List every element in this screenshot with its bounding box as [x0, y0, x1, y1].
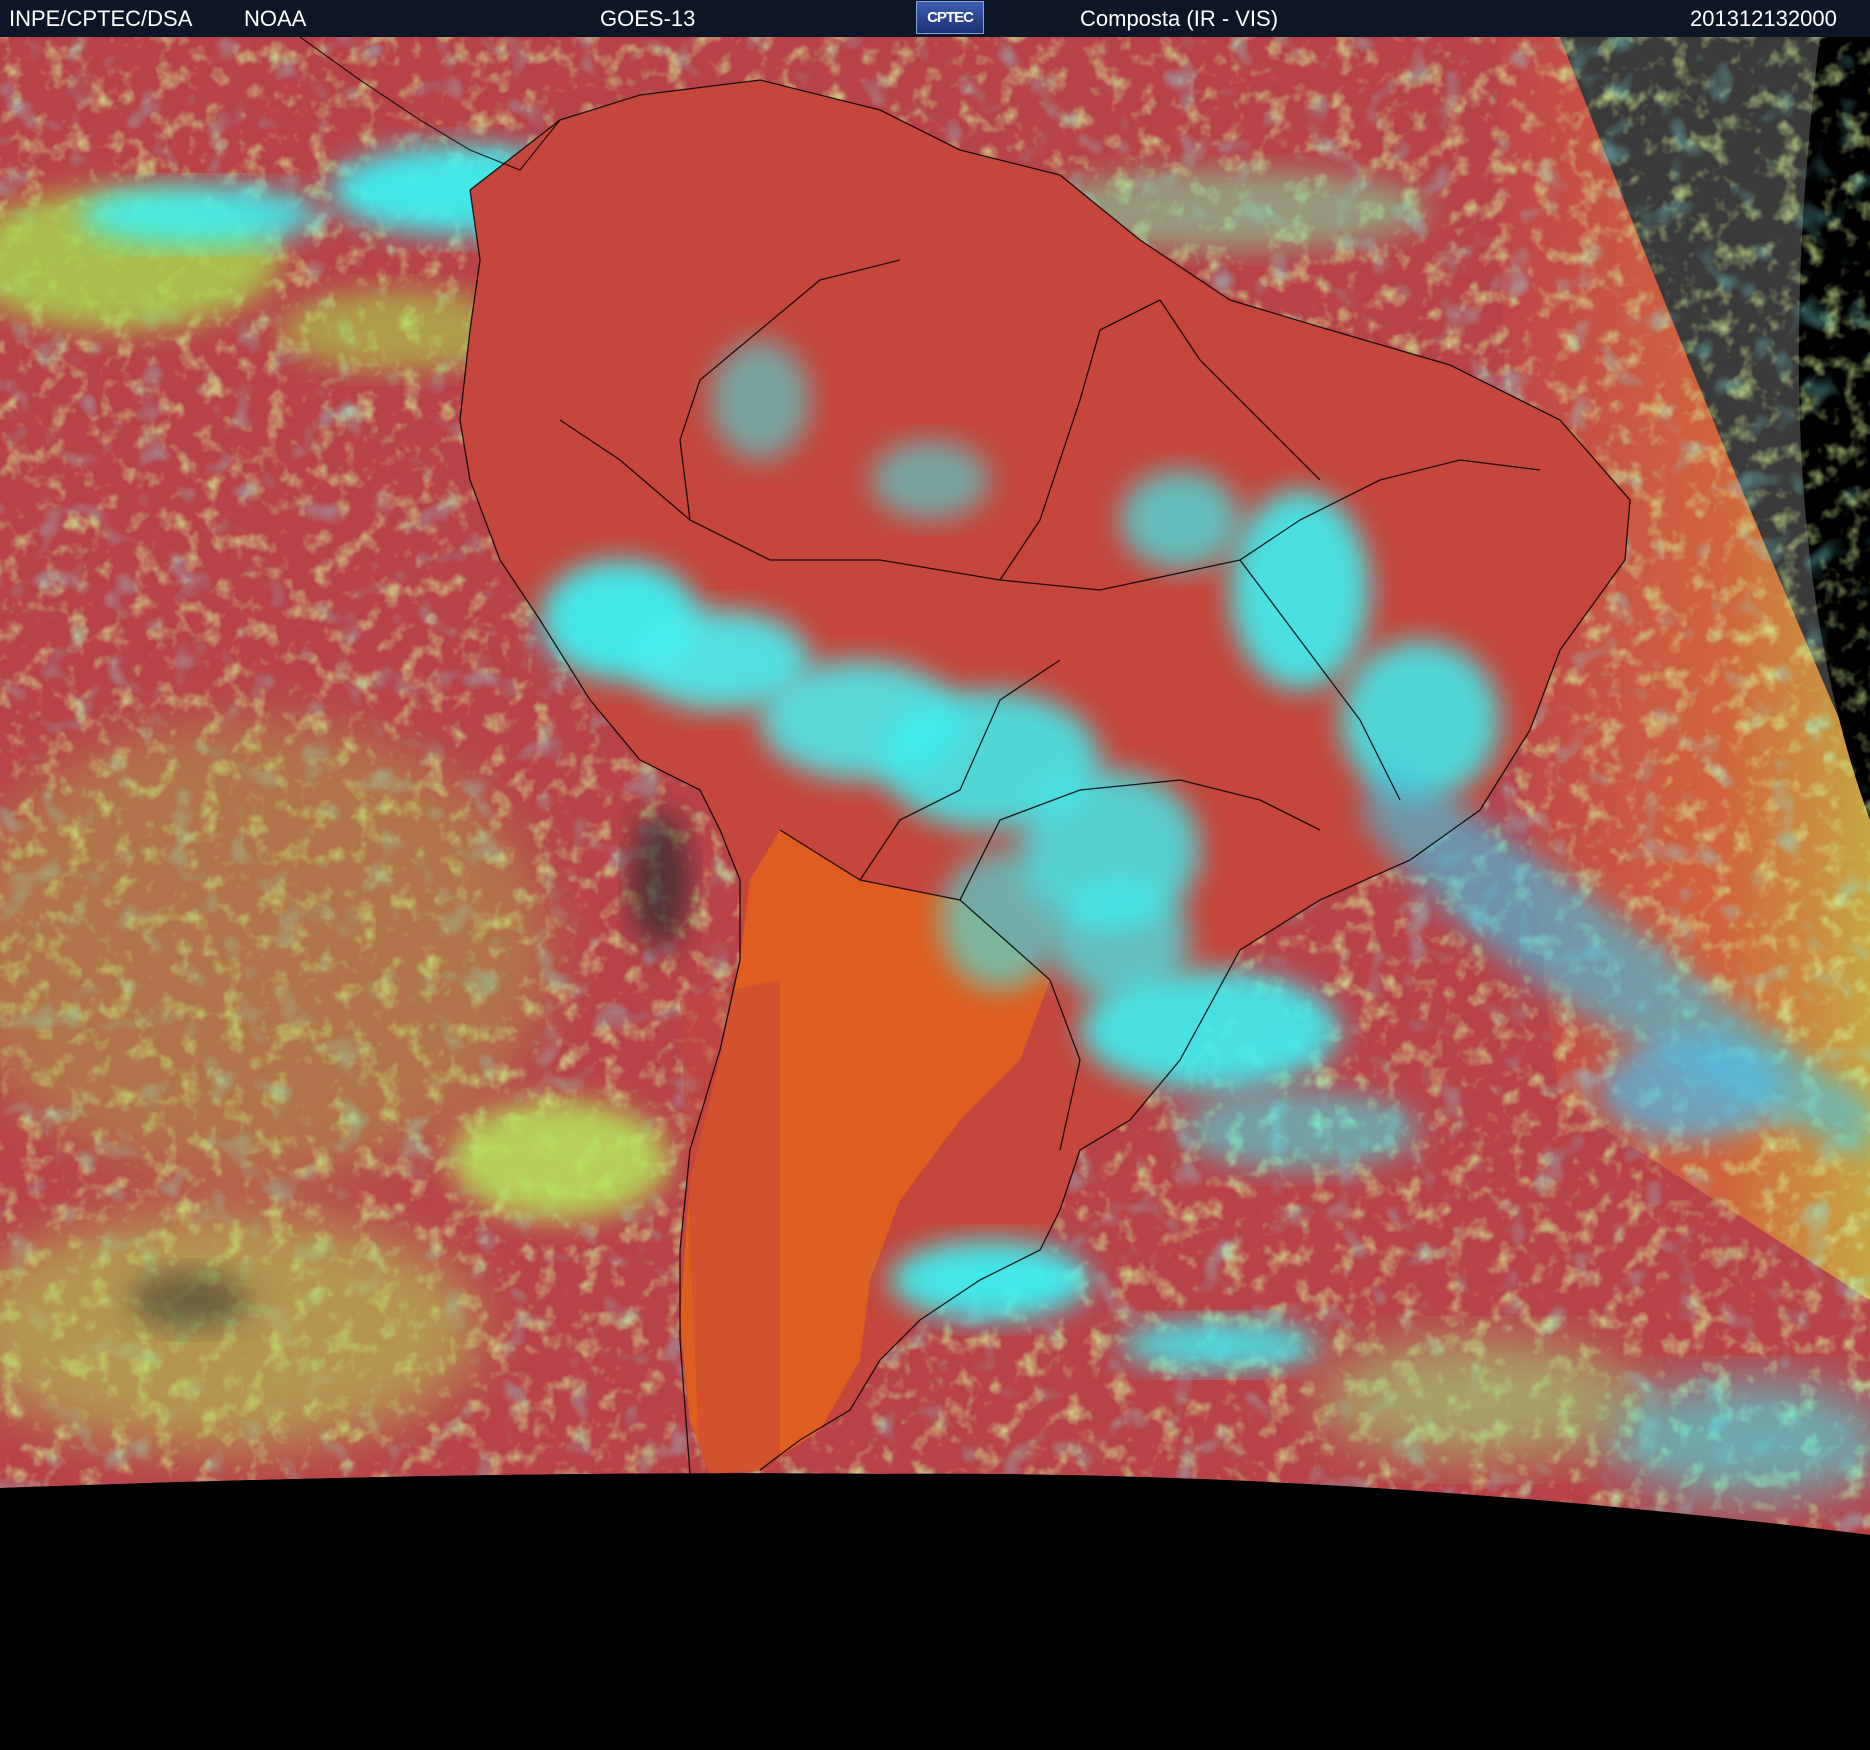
- source-label: NOAA: [244, 6, 307, 31]
- cptec-logo: CPTEC: [916, 1, 984, 34]
- satellite-label: GOES-13: [600, 6, 696, 31]
- satellite-image: [0, 37, 1870, 1750]
- timestamp-label: 201312132000: [1690, 6, 1837, 31]
- product-label: Composta (IR - VIS): [1080, 6, 1279, 31]
- agency-label: INPE/CPTEC/DSA: [9, 6, 193, 31]
- header-bar: INPE/CPTEC/DSA NOAA GOES-13 CPTEC Compos…: [0, 0, 1870, 37]
